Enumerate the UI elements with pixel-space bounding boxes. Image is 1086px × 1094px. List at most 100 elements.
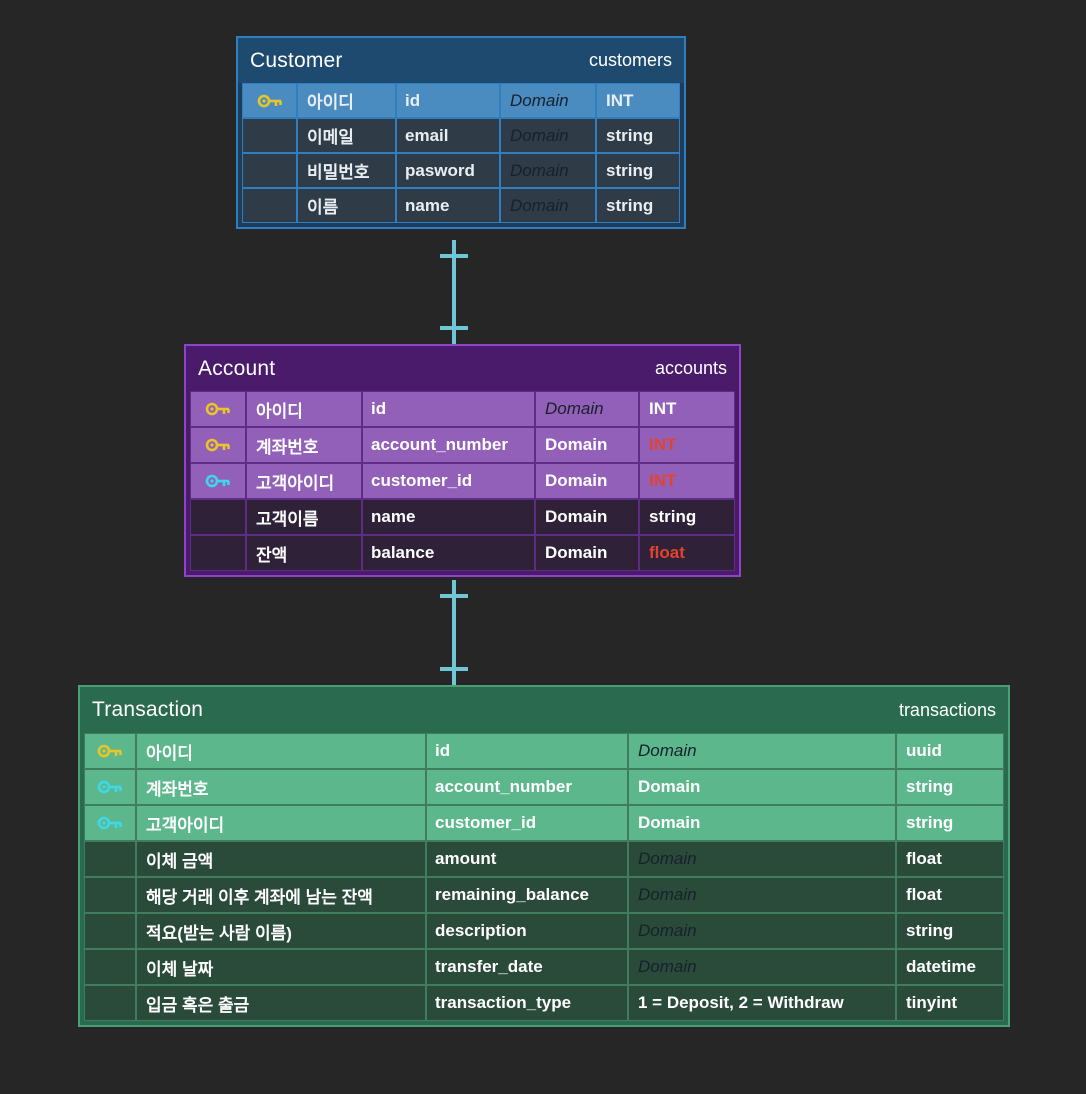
attribute-domain: Domain <box>535 499 639 535</box>
attribute-domain-text: 1 = Deposit, 2 = Withdraw <box>638 993 844 1012</box>
attribute-physical-name: account_number <box>426 769 628 805</box>
entity-attribute-row[interactable]: 고객이름 name Domain string <box>190 499 735 535</box>
key-icon-yellow <box>190 391 246 427</box>
entity-body-customer: 아이디 id Domain INT 이메일 email Domain string 비밀번호 pa… <box>238 83 684 227</box>
entity-attribute-row[interactable]: 계좌번호 account_number Domain string <box>84 769 1004 805</box>
attribute-logical-name: 계좌번호 <box>136 769 426 805</box>
entity-attribute-row[interactable]: 계좌번호 account_number Domain INT <box>190 427 735 463</box>
entity-attribute-row[interactable]: 아이디 id Domain INT <box>190 391 735 427</box>
attribute-logical-name: 고객아이디 <box>136 805 426 841</box>
attribute-logical-name: 고객아이디 <box>246 463 362 499</box>
attribute-logical-name: 해당 거래 이후 계좌에 남는 잔액 <box>136 877 426 913</box>
entity-attribute-row[interactable]: 이체 금액 amount Domain float <box>84 841 1004 877</box>
entity-table-account[interactable]: Account accounts 아이디 id Domain INT 계좌번호 accou… <box>184 344 741 577</box>
entity-attribute-row[interactable]: 적요(받는 사람 이름) description Domain string <box>84 913 1004 949</box>
attribute-domain: Domain <box>628 949 896 985</box>
entity-attribute-row[interactable]: 아이디 id Domain uuid <box>84 733 1004 769</box>
attribute-domain-text: Domain <box>510 160 569 180</box>
key-icon-cyan <box>84 769 136 805</box>
entity-table-customer[interactable]: Customer customers 아이디 id Domain INT 이메일 emai… <box>236 36 686 229</box>
attribute-logical-name: 이름 <box>297 188 396 223</box>
relationship-connector-customer-account[interactable] <box>432 240 476 344</box>
key-cell-empty <box>242 188 297 223</box>
key-cell-empty <box>190 499 246 535</box>
attribute-datatype: string <box>896 805 1004 841</box>
entity-attribute-row[interactable]: 해당 거래 이후 계좌에 남는 잔액 remaining_balance Domai… <box>84 877 1004 913</box>
attribute-logical-name: 아이디 <box>136 733 426 769</box>
entity-table-transaction[interactable]: Transaction transactions 아이디 id Domain uuid… <box>78 685 1010 1027</box>
attribute-physical-name: account_number <box>362 427 535 463</box>
entity-attribute-row[interactable]: 고객아이디 customer_id Domain string <box>84 805 1004 841</box>
entity-attribute-row[interactable]: 잔액 balance Domain float <box>190 535 735 571</box>
attribute-domain: Domain <box>500 118 596 153</box>
entity-attribute-row[interactable]: 이체 날짜 transfer_date Domain datetime <box>84 949 1004 985</box>
attribute-physical-name: amount <box>426 841 628 877</box>
attribute-physical-name: customer_id <box>362 463 535 499</box>
attribute-physical-name: pasword <box>396 153 500 188</box>
attribute-physical-name: balance <box>362 535 535 571</box>
entity-physical-name: customers <box>588 50 672 70</box>
attribute-domain: Domain <box>628 841 896 877</box>
connector-cardinality-tick-start <box>440 254 468 258</box>
attribute-domain-text: Domain <box>638 849 697 868</box>
attribute-domain-text: Domain <box>545 399 604 418</box>
attribute-physical-name: id <box>426 733 628 769</box>
key-cell-empty <box>84 877 136 913</box>
attribute-domain-text: Domain <box>638 777 701 796</box>
attribute-physical-name: remaining_balance <box>426 877 628 913</box>
entity-attribute-row[interactable]: 비밀번호 pasword Domain string <box>242 153 680 188</box>
entity-attribute-row[interactable]: 고객아이디 customer_id Domain INT <box>190 463 735 499</box>
entity-header-account: Account accounts <box>186 346 739 391</box>
attribute-physical-name: transaction_type <box>426 985 628 1021</box>
entity-header-transaction: Transaction transactions <box>80 687 1008 733</box>
attribute-domain: Domain <box>500 153 596 188</box>
key-cell-empty <box>84 841 136 877</box>
attribute-domain: Domain <box>535 427 639 463</box>
attribute-datatype: tinyint <box>896 985 1004 1021</box>
attribute-domain-text: Domain <box>638 741 697 760</box>
attribute-physical-name: customer_id <box>426 805 628 841</box>
attribute-logical-name: 이체 날짜 <box>136 949 426 985</box>
attribute-domain-text: Domain <box>638 957 697 976</box>
key-icon-cyan <box>190 463 246 499</box>
key-icon-yellow <box>84 733 136 769</box>
attribute-datatype: INT <box>639 463 735 499</box>
attribute-datatype: string <box>639 499 735 535</box>
entity-title: Customer <box>250 48 343 72</box>
attribute-logical-name: 입금 혹은 출금 <box>136 985 426 1021</box>
attribute-logical-name: 비밀번호 <box>297 153 396 188</box>
attribute-physical-name: id <box>396 83 500 118</box>
attribute-logical-name: 잔액 <box>246 535 362 571</box>
entity-attribute-row[interactable]: 이름 name Domain string <box>242 188 680 223</box>
attribute-domain-text: Domain <box>510 195 569 215</box>
entity-header-customer: Customer customers <box>238 38 684 83</box>
attribute-datatype: string <box>596 153 680 188</box>
entity-attribute-row[interactable]: 아이디 id Domain INT <box>242 83 680 118</box>
attribute-logical-name: 적요(받는 사람 이름) <box>136 913 426 949</box>
key-cell-empty <box>242 153 297 188</box>
key-icon-yellow <box>242 83 297 118</box>
entity-attribute-row[interactable]: 입금 혹은 출금 transaction_type 1 = Deposit, 2 =… <box>84 985 1004 1021</box>
attribute-datatype: datetime <box>896 949 1004 985</box>
entity-attribute-row[interactable]: 이메일 email Domain string <box>242 118 680 153</box>
attribute-logical-name: 고객이름 <box>246 499 362 535</box>
attribute-domain: Domain <box>628 805 896 841</box>
key-icon-cyan <box>84 805 136 841</box>
attribute-physical-name: name <box>362 499 535 535</box>
attribute-domain: Domain <box>535 535 639 571</box>
attribute-logical-name: 이체 금액 <box>136 841 426 877</box>
entity-physical-name: accounts <box>654 358 727 378</box>
relationship-connector-account-transaction[interactable] <box>432 580 476 685</box>
attribute-domain: Domain <box>535 463 639 499</box>
attribute-domain: Domain <box>500 83 596 118</box>
key-cell-empty <box>190 535 246 571</box>
attribute-domain: Domain <box>628 769 896 805</box>
key-cell-empty <box>242 118 297 153</box>
entity-title: Account <box>198 356 276 380</box>
key-icon-yellow <box>190 427 246 463</box>
attribute-datatype: float <box>896 841 1004 877</box>
attribute-domain-text: Domain <box>545 435 608 454</box>
entity-body-account: 아이디 id Domain INT 계좌번호 account_number Domain IN… <box>186 391 739 575</box>
attribute-domain-text: Domain <box>510 125 569 145</box>
attribute-physical-name: description <box>426 913 628 949</box>
